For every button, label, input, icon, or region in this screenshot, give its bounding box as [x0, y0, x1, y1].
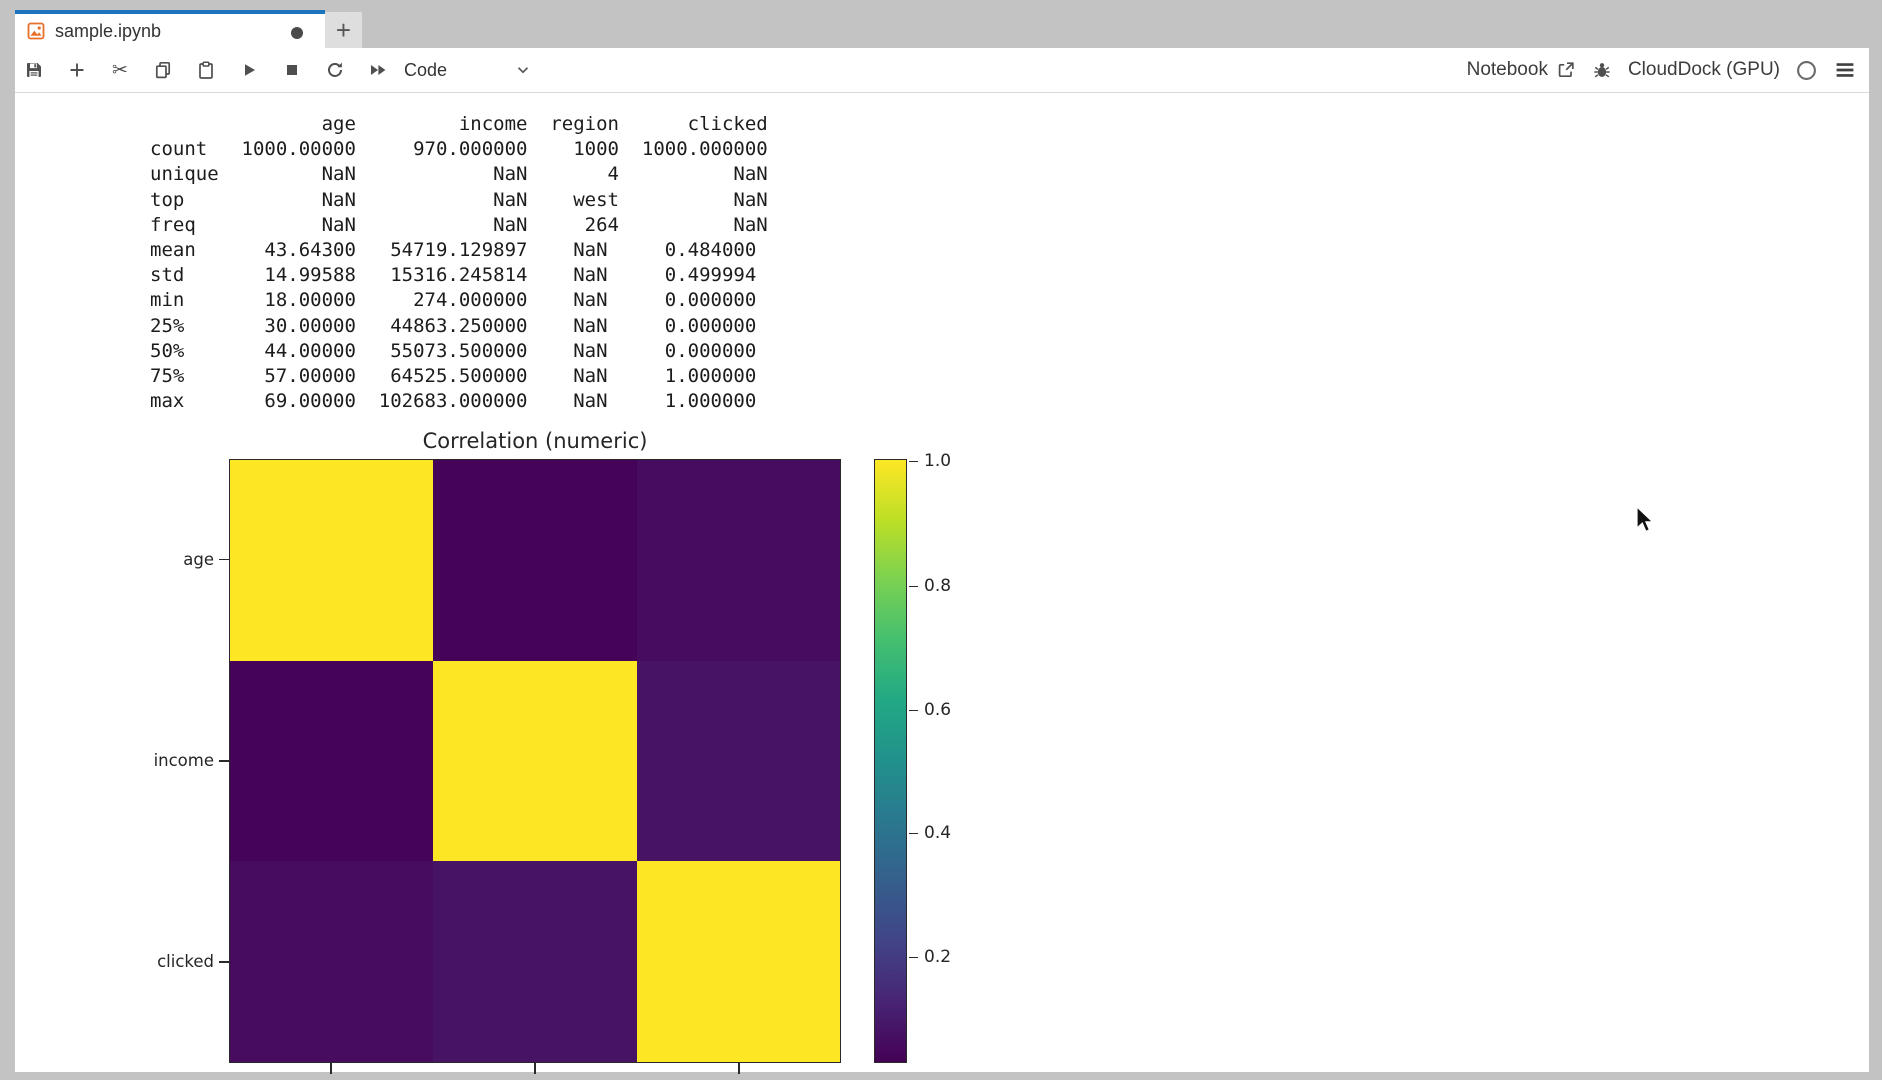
chevron-down-icon	[514, 61, 532, 79]
heatmap-cell	[230, 661, 433, 862]
heatmap-cell	[433, 661, 636, 862]
stop-icon	[282, 60, 302, 80]
run-icon	[239, 60, 259, 80]
heatmap-cell	[230, 460, 433, 661]
interrupt-kernel-button[interactable]	[282, 60, 302, 80]
heatmap-cell	[230, 861, 433, 1062]
colorbar-tick-mark	[909, 461, 918, 463]
cell-type-value: Code	[404, 60, 447, 81]
colorbar-tick-mark	[909, 957, 918, 959]
debugger-button[interactable]	[1592, 60, 1612, 80]
kernel-status-indicator-icon[interactable]	[1796, 60, 1817, 81]
colorbar-tick-label: 0.2	[924, 947, 978, 967]
restart-kernel-button[interactable]	[325, 60, 345, 80]
notebook-link-label: Notebook	[1467, 59, 1548, 81]
copy-icon	[153, 60, 173, 80]
toolbar-left-group: ✂	[15, 60, 388, 80]
mouse-cursor	[1636, 506, 1658, 536]
y-tick-label: income	[110, 751, 214, 771]
insert-cell-icon	[67, 60, 87, 80]
bug-icon	[1592, 60, 1612, 80]
heatmap	[229, 459, 841, 1063]
y-tick-mark	[219, 961, 229, 963]
y-tick-label: age	[110, 550, 214, 570]
fast-forward-icon	[368, 60, 388, 80]
chart-title: Correlation (numeric)	[229, 429, 841, 453]
colorbar-tick-label: 0.4	[924, 823, 978, 843]
application-window: sample.ipynb +	[0, 0, 1882, 1080]
heatmap-cell	[637, 861, 840, 1062]
y-tick-mark	[219, 559, 229, 561]
colorbar-tick-mark	[909, 710, 918, 712]
x-tick-mark	[738, 1063, 740, 1074]
colorbar-tick-label: 0.6	[924, 700, 978, 720]
kernel-name-button[interactable]: CloudDock (GPU)	[1628, 59, 1780, 81]
colorbar	[874, 459, 907, 1063]
toolbar-right-group: Notebook CloudDock (GPU)	[1467, 58, 1869, 82]
notebook-content-area: age income region clicked count 1000.000…	[15, 94, 1869, 1072]
y-tick-mark	[219, 760, 229, 762]
save-icon	[24, 60, 44, 80]
open-in-notebook-link[interactable]: Notebook	[1467, 59, 1576, 81]
heatmap-cell	[637, 460, 840, 661]
cell-type-dropdown[interactable]: Code	[404, 60, 532, 81]
x-axis-labels-clipped: ageincomeclicked	[229, 1076, 841, 1080]
restart-icon	[325, 60, 345, 80]
new-tab-button[interactable]: +	[325, 12, 362, 48]
paste-cells-button[interactable]	[196, 60, 216, 80]
tab-title: sample.ipynb	[55, 21, 161, 42]
x-tick-mark	[534, 1063, 536, 1074]
copy-cells-button[interactable]	[153, 60, 173, 80]
colorbar-tick-label: 1.0	[924, 451, 978, 471]
unsaved-changes-dot	[291, 27, 303, 39]
heatmap-cell	[433, 861, 636, 1062]
colorbar-tick-mark	[909, 833, 918, 835]
describe-output-text: age income region clicked count 1000.000…	[150, 112, 768, 414]
notebook-file-icon	[27, 22, 45, 40]
external-link-icon	[1556, 60, 1576, 80]
save-button[interactable]	[24, 60, 44, 80]
colorbar-tick-mark	[909, 586, 918, 588]
colorbar-tick-label: 0.8	[924, 576, 978, 596]
run-cell-button[interactable]	[239, 60, 259, 80]
y-tick-label: clicked	[110, 952, 214, 972]
tab-bar: sample.ipynb +	[15, 10, 1869, 48]
heatmap-cell	[637, 661, 840, 862]
hamburger-menu-icon[interactable]	[1833, 58, 1857, 82]
paste-icon	[196, 60, 216, 80]
restart-run-all-button[interactable]	[368, 60, 388, 80]
insert-cell-button[interactable]	[67, 60, 87, 80]
notebook-toolbar: ✂	[15, 48, 1869, 93]
cut-icon: ✂	[112, 60, 128, 80]
tab-sample-ipynb[interactable]: sample.ipynb	[15, 10, 325, 48]
heatmap-cell	[433, 460, 636, 661]
notebook-window: sample.ipynb +	[15, 10, 1869, 1072]
x-tick-mark	[330, 1063, 332, 1074]
cut-cells-button[interactable]: ✂	[110, 60, 130, 80]
